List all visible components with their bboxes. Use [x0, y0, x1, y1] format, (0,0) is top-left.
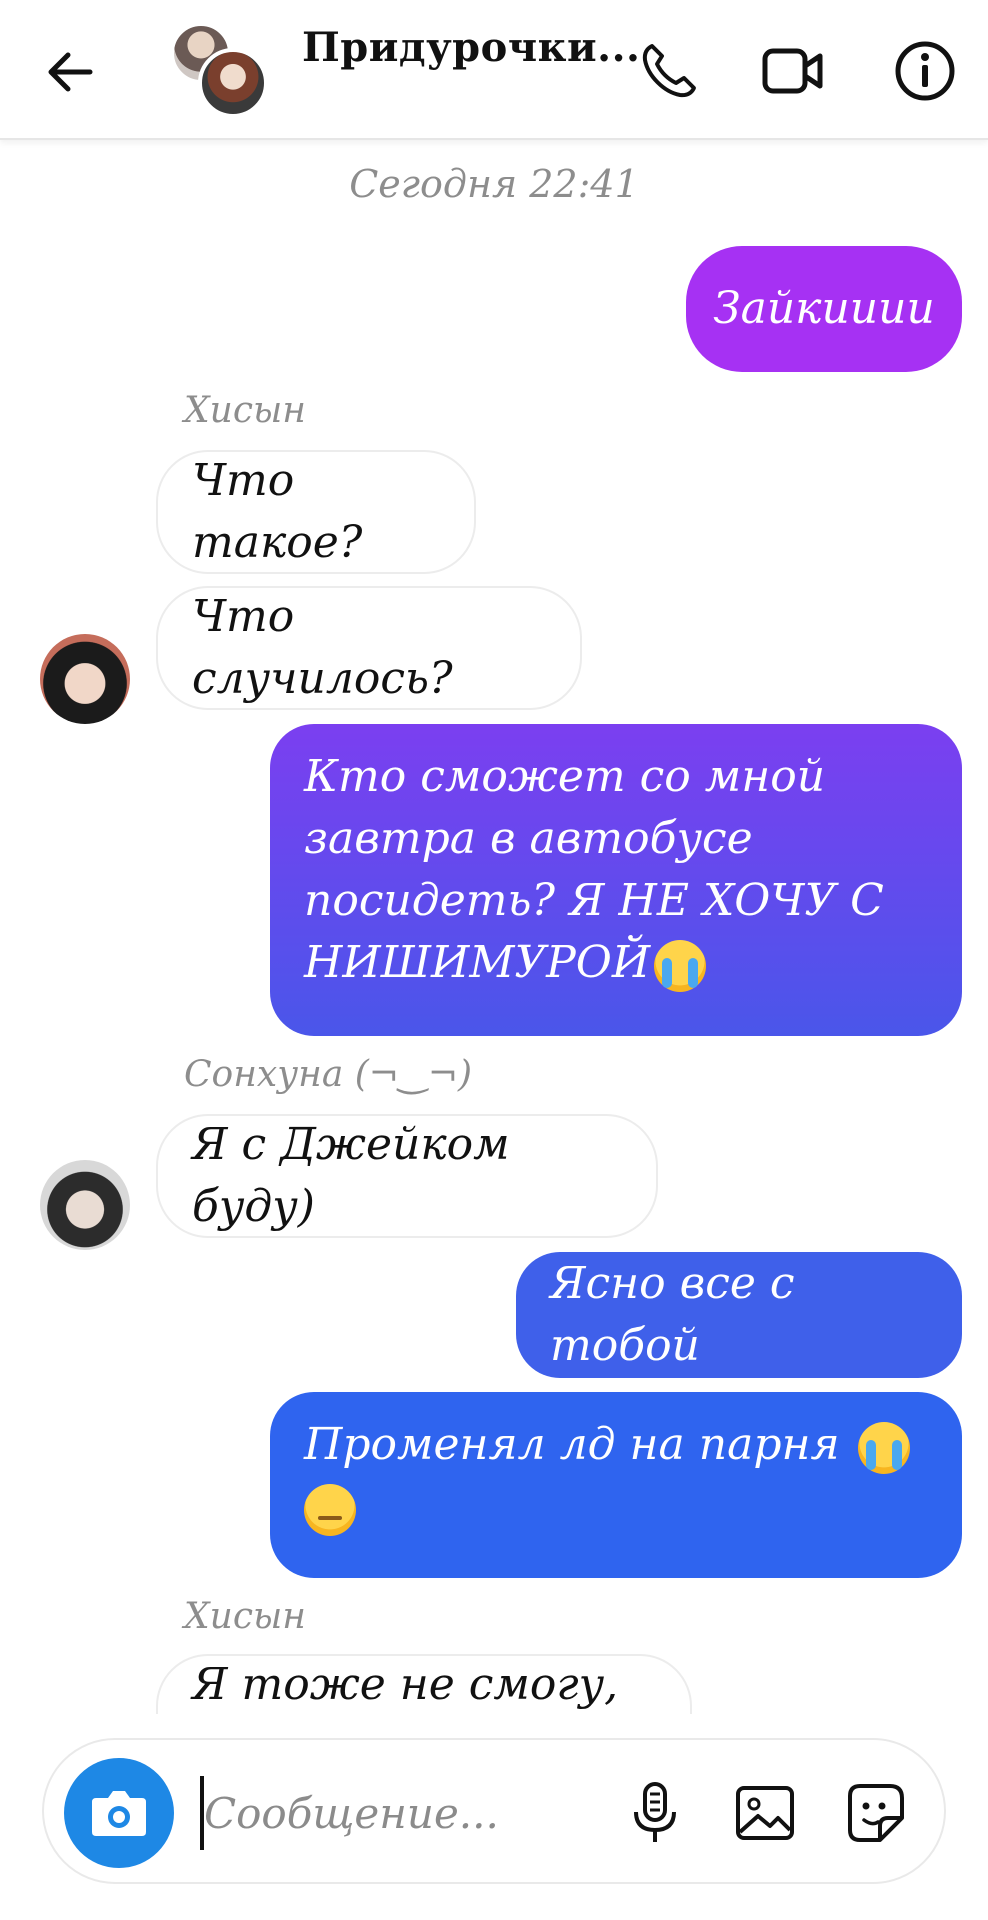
message-input[interactable]	[204, 1770, 604, 1856]
sender-name: Хисын	[184, 390, 307, 431]
camera-button[interactable]	[64, 1758, 174, 1868]
message-text: Ясно все с тобой	[550, 1258, 795, 1371]
outgoing-message[interactable]: Ясно все с тобой	[516, 1252, 962, 1378]
chat-title[interactable]: Придурочки...	[302, 24, 640, 71]
avatar[interactable]	[40, 634, 130, 724]
message-text: Что случилось?	[192, 591, 453, 704]
message-composer	[42, 1738, 946, 1884]
sticker-icon[interactable]	[840, 1778, 910, 1848]
loudly-crying-face-icon	[857, 1421, 910, 1474]
phone-icon[interactable]	[636, 38, 702, 104]
message-text: Я с Джейком буду)	[192, 1119, 510, 1232]
loudly-crying-face-icon	[654, 939, 707, 992]
pensive-face-icon	[304, 1483, 356, 1536]
outgoing-message[interactable]: Зайкииии	[686, 246, 962, 372]
message-line-with-emoji: НИШИМУРОЙ	[304, 932, 928, 994]
sender-name: Хисын	[184, 1596, 307, 1637]
image-gallery-icon[interactable]	[730, 1778, 800, 1848]
message-text: Зайкииии	[713, 283, 935, 334]
video-camera-icon[interactable]	[760, 38, 826, 104]
message-list[interactable]: Сегодня 22:41 Зайкииии Хисын Что такое? …	[0, 142, 988, 1714]
message-line: НИШИМУРОЙ	[304, 937, 651, 988]
date-divider: Сегодня 22:41	[349, 162, 639, 206]
message-line: Кто сможет со мной	[304, 751, 826, 802]
outgoing-message[interactable]: Променял лд на парня	[270, 1392, 962, 1578]
sender-name: Сонхуна (¬‿¬)	[184, 1054, 473, 1095]
message-line-with-emoji: Променял лд на парня	[304, 1414, 928, 1476]
incoming-message[interactable]: Я с Джейком буду)	[156, 1114, 658, 1238]
message-line: завтра в автобусе	[304, 813, 753, 864]
group-avatar[interactable]	[170, 22, 268, 118]
message-text: Я тоже не смогу, я	[192, 1659, 619, 1710]
microphone-icon[interactable]	[620, 1778, 690, 1848]
incoming-message[interactable]: Что такое?	[156, 450, 476, 574]
info-icon[interactable]	[892, 38, 958, 104]
back-arrow-icon[interactable]	[40, 42, 100, 102]
message-line: посидеть? Я НЕ ХОЧУ С	[304, 875, 884, 926]
chat-header: Придурочки...	[0, 0, 988, 140]
message-line: Променял лд на парня	[304, 1419, 840, 1470]
incoming-message[interactable]: Я тоже не смогу, я	[156, 1654, 692, 1714]
avatar[interactable]	[40, 1160, 130, 1250]
camera-icon	[92, 1791, 146, 1836]
member-avatar	[198, 48, 268, 118]
message-line-with-emoji	[304, 1476, 928, 1538]
incoming-message[interactable]: Что случилось?	[156, 586, 582, 710]
outgoing-message[interactable]: Кто сможет со мной завтра в автобусе пос…	[270, 724, 962, 1036]
message-text: Что такое?	[192, 455, 363, 568]
